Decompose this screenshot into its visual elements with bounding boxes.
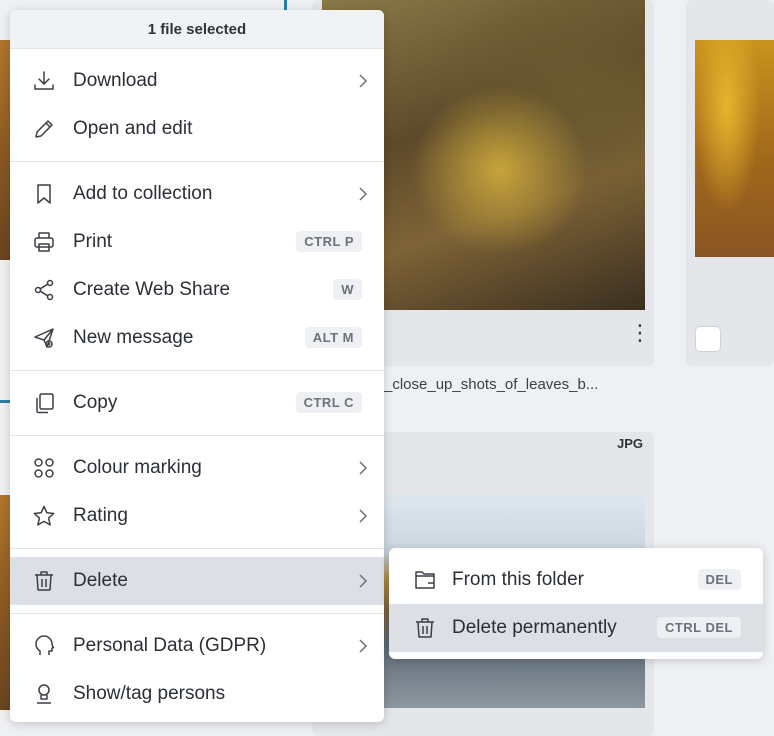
menu-item-label: Personal Data (GDPR) bbox=[73, 635, 267, 656]
more-options-icon[interactable]: ⋮ bbox=[629, 322, 651, 344]
bookmark-icon bbox=[32, 182, 56, 206]
menu-item-label: Print bbox=[73, 231, 113, 252]
chevron-right-icon bbox=[356, 637, 370, 655]
share-icon bbox=[32, 278, 56, 302]
menu-item-tag-persons[interactable]: Show/tag persons bbox=[10, 670, 384, 718]
menu-item-label: Delete bbox=[73, 570, 128, 591]
menu-item-open-edit[interactable]: Open and edit bbox=[10, 105, 384, 153]
star-icon bbox=[32, 504, 56, 528]
menu-item-rating[interactable]: Rating bbox=[10, 492, 384, 540]
shortcut-badge: ALT M bbox=[304, 327, 362, 348]
trash-icon bbox=[32, 569, 56, 593]
file-type-badge: JPG bbox=[617, 436, 644, 451]
shortcut-badge: CTRL P bbox=[296, 231, 362, 252]
folder-remove-icon bbox=[413, 568, 437, 592]
submenu-item-from-folder[interactable]: From this folder DEL bbox=[389, 556, 763, 604]
menu-item-label: Open and edit bbox=[73, 118, 193, 139]
chevron-right-icon bbox=[356, 572, 370, 590]
shortcut-badge: CTRL DEL bbox=[656, 617, 741, 638]
chevron-right-icon bbox=[356, 185, 370, 203]
menu-item-label: Download bbox=[73, 70, 158, 91]
menu-item-label: Colour marking bbox=[73, 457, 202, 478]
menu-item-label: Add to collection bbox=[73, 183, 213, 204]
menu-divider bbox=[10, 161, 384, 162]
download-icon bbox=[32, 69, 56, 93]
menu-item-label: Show/tag persons bbox=[73, 683, 226, 704]
menu-item-print[interactable]: Print CTRL P bbox=[10, 218, 384, 266]
menu-divider bbox=[10, 370, 384, 371]
shortcut-badge: W bbox=[333, 279, 362, 300]
shortcut-badge: DEL bbox=[697, 569, 741, 590]
menu-item-label: Create Web Share bbox=[73, 279, 231, 300]
pencil-icon bbox=[32, 117, 56, 141]
menu-item-web-share[interactable]: Create Web Share W bbox=[10, 266, 384, 314]
context-menu: 1 file selected Download Open and edit A… bbox=[10, 10, 384, 722]
chevron-right-icon bbox=[356, 507, 370, 525]
menu-item-label: Rating bbox=[73, 505, 128, 526]
menu-item-delete[interactable]: Delete bbox=[10, 557, 384, 605]
submenu-item-delete-permanently[interactable]: Delete permanently CTRL DEL bbox=[389, 604, 763, 652]
send-icon bbox=[32, 326, 56, 350]
colour-dots-icon bbox=[32, 456, 56, 480]
printer-icon bbox=[32, 230, 56, 254]
chevron-right-icon bbox=[356, 72, 370, 90]
menu-item-gdpr[interactable]: Personal Data (GDPR) bbox=[10, 622, 384, 670]
menu-item-colour-marking[interactable]: Colour marking bbox=[10, 444, 384, 492]
delete-submenu: From this folder DEL Delete permanently … bbox=[389, 548, 763, 659]
person-tag-icon bbox=[32, 682, 56, 706]
select-checkbox[interactable] bbox=[695, 326, 721, 352]
menu-item-label: New message bbox=[73, 327, 194, 348]
trash-icon bbox=[413, 616, 437, 640]
menu-item-new-message[interactable]: New message ALT M bbox=[10, 314, 384, 362]
menu-divider bbox=[10, 435, 384, 436]
menu-item-add-collection[interactable]: Add to collection bbox=[10, 170, 384, 218]
file-card-autumn[interactable] bbox=[686, 0, 774, 366]
copy-icon bbox=[32, 391, 56, 415]
submenu-item-label: From this folder bbox=[452, 569, 584, 590]
menu-divider bbox=[10, 548, 384, 549]
menu-item-copy[interactable]: Copy CTRL C bbox=[10, 379, 384, 427]
submenu-item-label: Delete permanently bbox=[452, 617, 617, 638]
selection-count: 1 file selected bbox=[147, 20, 247, 38]
thumbnail-autumn[interactable] bbox=[695, 40, 774, 257]
menu-header: 1 file selected bbox=[10, 10, 384, 49]
menu-item-label: Copy bbox=[73, 392, 118, 413]
top-accent-line bbox=[284, 0, 287, 10]
file-name[interactable]: _close_up_shots_of_leaves_b... bbox=[384, 376, 598, 393]
menu-divider bbox=[10, 613, 384, 614]
chevron-right-icon bbox=[356, 459, 370, 477]
head-icon bbox=[32, 634, 56, 658]
shortcut-badge: CTRL C bbox=[295, 392, 362, 413]
menu-item-download[interactable]: Download bbox=[10, 57, 384, 105]
